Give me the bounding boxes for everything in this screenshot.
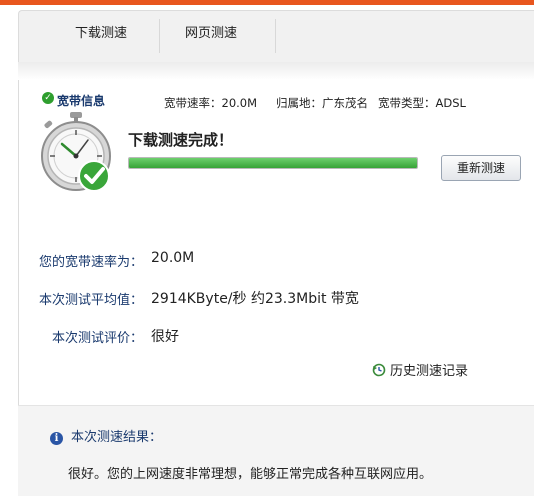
status-title: 下载测速完成！ [128, 131, 234, 149]
progress-bar-fill [129, 158, 417, 168]
retest-button[interactable]: 重新测速 [441, 155, 521, 181]
tab-separator [275, 19, 276, 53]
broadband-type: 宽带类型：ADSL [378, 96, 466, 110]
result-summary-title-text: 本次测速结果： [71, 430, 163, 445]
top-accent-bar [0, 0, 534, 5]
result-value-rating: 很好 [151, 329, 179, 345]
tab-separator [159, 19, 160, 53]
result-label-average: 本次测试平均值： [38, 293, 143, 308]
tab-download-speed-test[interactable]: 下载测速 [75, 11, 127, 63]
history-icon [372, 363, 386, 377]
result-summary-text: 很好。您的上网速度非常理想，能够正常完成各种互联网应用。 [68, 467, 433, 482]
panel-header-shade [18, 62, 534, 80]
broadband-info-title: 宽带信息 [57, 94, 106, 108]
check-icon: ✓ [42, 92, 54, 104]
progress-bar [128, 157, 418, 169]
broadband-location: 归属地：广东茂名 [276, 96, 368, 110]
result-value-rate: 20.0M [151, 250, 195, 266]
result-value-average: 2914KByte/秒 约23.3Mbit 带宽 [151, 291, 359, 307]
info-icon: i [50, 432, 63, 445]
result-summary-box [18, 405, 534, 496]
result-summary-title: i 本次测速结果： [50, 426, 162, 445]
result-label-rate: 您的宽带速率为： [38, 255, 143, 270]
stopwatch-icon [41, 112, 111, 192]
result-label-rating: 本次测试评价： [51, 331, 143, 346]
history-records-link[interactable]: 历史测速记录 [372, 360, 468, 379]
tab-webpage-speed-test[interactable]: 网页测速 [185, 11, 237, 63]
broadband-rate: 宽带速率：20.0M [164, 96, 258, 110]
tab-bar: 下载测速 网页测速 [18, 10, 534, 64]
history-link-label: 历史测速记录 [390, 364, 469, 379]
